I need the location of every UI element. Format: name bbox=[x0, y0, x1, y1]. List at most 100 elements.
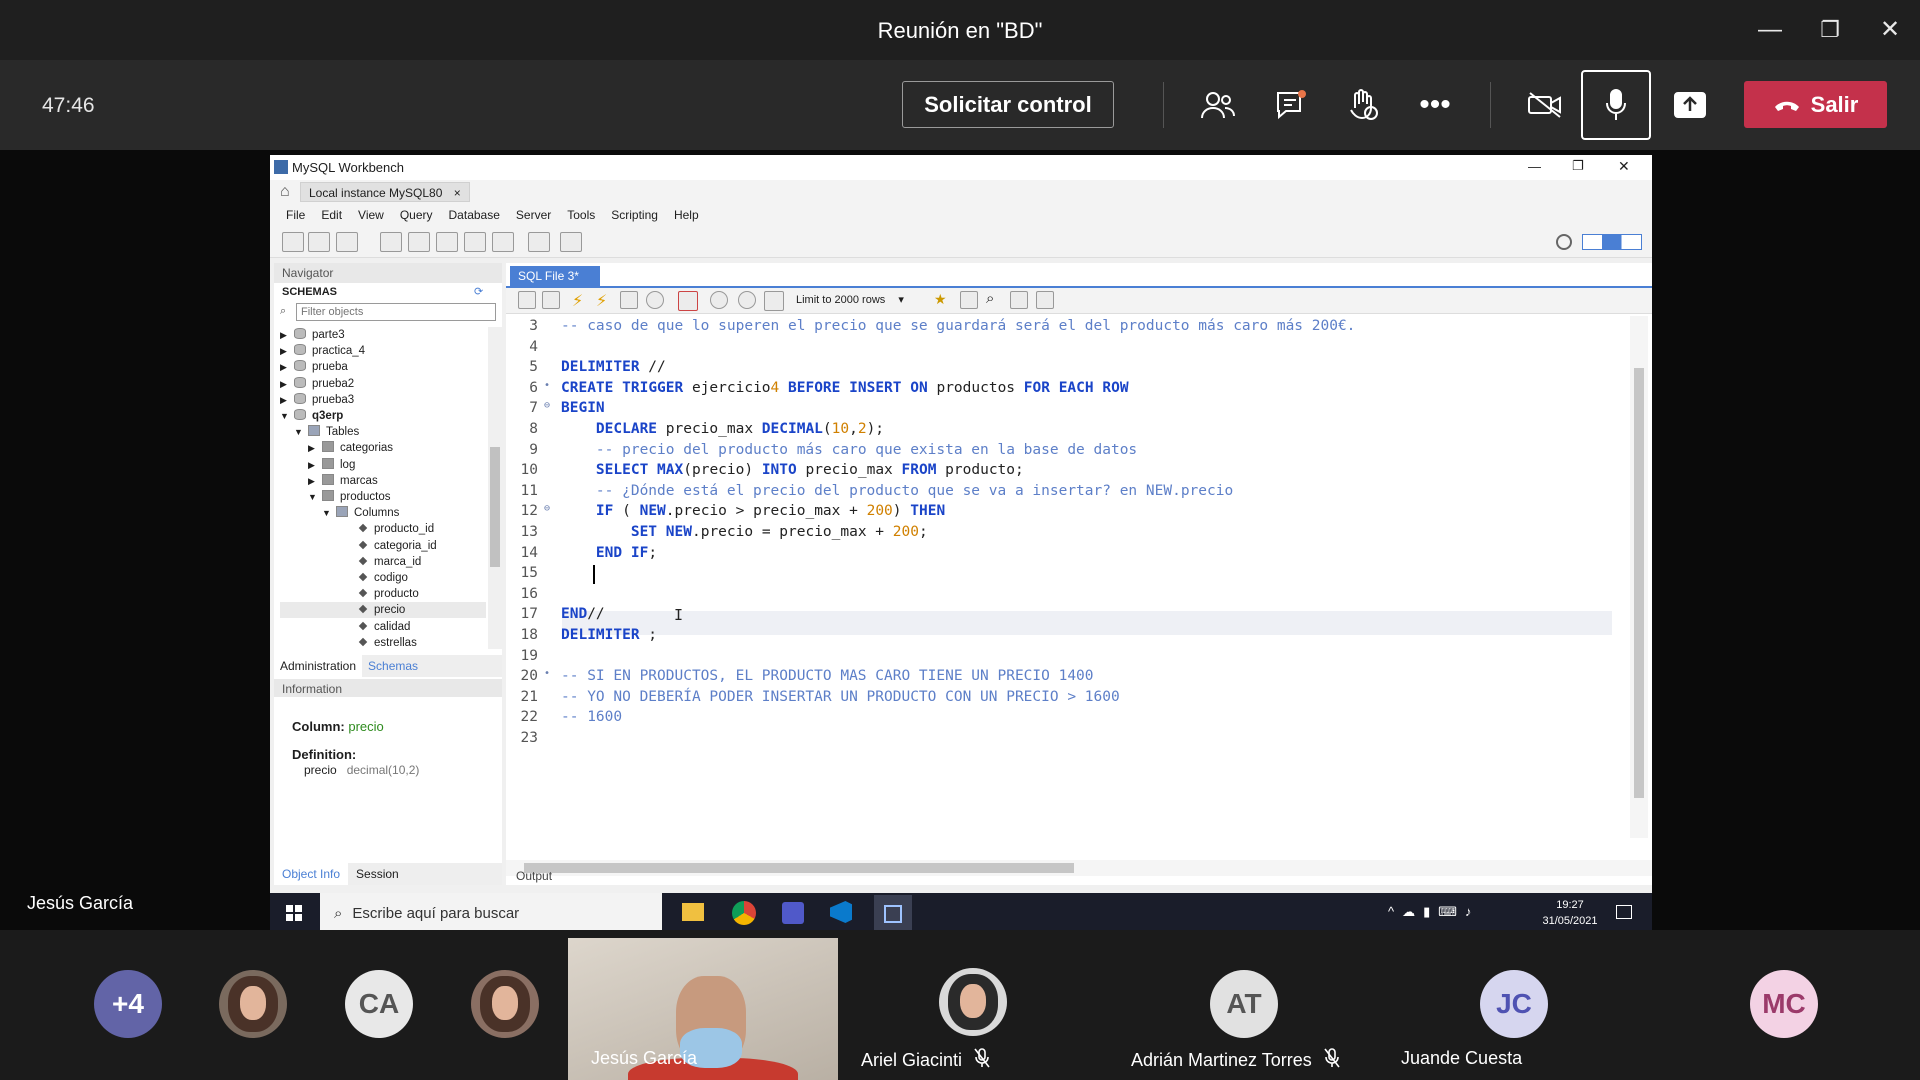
inspect-icon[interactable] bbox=[336, 232, 358, 252]
create-view-icon[interactable] bbox=[436, 232, 458, 252]
menu-query[interactable]: Query bbox=[392, 204, 441, 226]
code-editor[interactable]: 3 -- caso de que lo superen el precio que… bbox=[506, 316, 1626, 836]
restore-button[interactable]: ❐ bbox=[1800, 0, 1860, 60]
taskbar-clock[interactable]: 19:27 31/05/2021 bbox=[1530, 897, 1610, 929]
taskbar-search[interactable]: ⌕ Escribe aquí para buscar bbox=[320, 893, 662, 933]
create-schema-icon[interactable] bbox=[380, 232, 402, 252]
tab-schemas[interactable]: Schemas bbox=[362, 655, 424, 677]
code-line[interactable]: DELIMITER // bbox=[561, 359, 666, 375]
search-table-data-icon[interactable] bbox=[528, 232, 550, 252]
tree-item[interactable]: ▼ productos bbox=[280, 489, 486, 505]
windows-start-icon[interactable] bbox=[286, 905, 302, 921]
expanded-arrow-icon[interactable]: ▼ bbox=[308, 489, 320, 505]
code-line[interactable]: -- precio del producto más caro que exis… bbox=[561, 442, 1137, 458]
explain-icon[interactable] bbox=[620, 291, 638, 309]
code-line[interactable] bbox=[561, 565, 596, 581]
expanded-arrow-icon[interactable]: ▼ bbox=[294, 424, 306, 440]
tree-item[interactable]: ▼ q3erp bbox=[280, 408, 486, 424]
settings-icon[interactable] bbox=[1556, 234, 1572, 250]
tree-item[interactable]: ▼ Columns bbox=[280, 505, 486, 521]
code-line[interactable]: DECLARE precio_max DECIMAL(10,2); bbox=[561, 421, 884, 437]
system-tray-icons[interactable]: ^☁▮⌨♪ bbox=[1388, 904, 1480, 920]
participant-avatar[interactable]: CA bbox=[345, 970, 413, 1038]
participants-icon[interactable] bbox=[1191, 78, 1245, 132]
tree-item[interactable]: ▶ log bbox=[280, 457, 486, 473]
collapsed-arrow-icon[interactable]: ▶ bbox=[280, 392, 292, 408]
add-snippet-icon[interactable]: ★ bbox=[934, 291, 947, 308]
tree-item[interactable]: categoria_id bbox=[280, 538, 486, 554]
menu-scripting[interactable]: Scripting bbox=[603, 204, 666, 226]
navigator-scrollbar[interactable] bbox=[488, 327, 502, 649]
tree-item[interactable]: ▶ prueba bbox=[280, 359, 486, 375]
leave-button[interactable]: Salir bbox=[1744, 81, 1887, 128]
execute-icon[interactable]: ⚡ bbox=[572, 291, 583, 311]
participant-avatar[interactable]: MC bbox=[1750, 970, 1818, 1038]
execute-current-icon[interactable]: ⚡ bbox=[596, 291, 607, 311]
toggle-error-icon[interactable] bbox=[678, 291, 698, 311]
scrollbar-thumb[interactable] bbox=[1634, 368, 1644, 798]
panel-toggle-icon[interactable] bbox=[1582, 234, 1642, 250]
collapsed-arrow-icon[interactable]: ▶ bbox=[308, 457, 320, 473]
tree-item[interactable]: ▶ parte3 bbox=[280, 327, 486, 343]
more-options-icon[interactable]: ••• bbox=[1408, 78, 1462, 132]
tree-item[interactable]: ▶ prueba2 bbox=[280, 376, 486, 392]
open-file-icon[interactable] bbox=[518, 291, 536, 309]
rollback-icon[interactable] bbox=[738, 291, 756, 309]
tree-item[interactable]: ▶ practica_4 bbox=[280, 343, 486, 359]
tree-item[interactable]: ▶ prueba3 bbox=[280, 392, 486, 408]
expanded-arrow-icon[interactable]: ▼ bbox=[280, 408, 292, 424]
code-line[interactable]: END IF; bbox=[561, 545, 657, 561]
menu-edit[interactable]: Edit bbox=[313, 204, 350, 226]
participant-avatar[interactable]: AT bbox=[1210, 970, 1278, 1038]
menu-view[interactable]: View bbox=[350, 204, 392, 226]
create-procedure-icon[interactable] bbox=[464, 232, 486, 252]
participant-avatar[interactable] bbox=[939, 968, 1007, 1036]
tree-item[interactable]: ▼ Tables bbox=[280, 424, 486, 440]
file-explorer-icon[interactable] bbox=[682, 903, 704, 921]
reactions-icon[interactable] bbox=[1336, 78, 1390, 132]
limit-rows-select[interactable]: Limit to 2000 rows ▾ bbox=[796, 293, 921, 306]
request-control-button[interactable]: Solicitar control bbox=[902, 81, 1114, 128]
wrap-lines-icon[interactable] bbox=[1036, 291, 1054, 309]
menu-tools[interactable]: Tools bbox=[559, 204, 603, 226]
fold-toggle-icon[interactable]: ⊖ bbox=[544, 503, 550, 514]
expanded-arrow-icon[interactable]: ▼ bbox=[322, 505, 334, 521]
menu-server[interactable]: Server bbox=[508, 204, 559, 226]
teams-icon[interactable] bbox=[782, 902, 804, 924]
participant-avatar[interactable] bbox=[219, 970, 287, 1038]
collapsed-arrow-icon[interactable]: ▶ bbox=[280, 359, 292, 375]
commit-icon[interactable] bbox=[710, 291, 728, 309]
close-button[interactable]: ✕ bbox=[1860, 0, 1920, 60]
tree-item[interactable]: producto_id bbox=[280, 521, 486, 537]
reconnect-icon[interactable] bbox=[560, 232, 582, 252]
tree-item[interactable]: marca_id bbox=[280, 554, 486, 570]
tree-item[interactable]: estrellas bbox=[280, 635, 486, 651]
tab-administration[interactable]: Administration bbox=[274, 655, 363, 677]
collapsed-arrow-icon[interactable]: ▶ bbox=[308, 473, 320, 489]
refresh-icon[interactable]: ⟳ bbox=[474, 285, 483, 298]
menu-database[interactable]: Database bbox=[441, 204, 508, 226]
vscode-icon[interactable] bbox=[830, 901, 852, 923]
code-line[interactable]: SELECT MAX(precio) INTO precio_max FROM … bbox=[561, 462, 1024, 478]
code-line[interactable]: -- SI EN PRODUCTOS, EL PRODUCTO MAS CARO… bbox=[561, 668, 1094, 684]
menu-file[interactable]: File bbox=[278, 204, 313, 226]
minimize-button[interactable]: — bbox=[1740, 0, 1800, 60]
chat-icon[interactable] bbox=[1264, 78, 1318, 132]
code-line[interactable]: -- YO NO DEBERÍA PODER INSERTAR UN PRODU… bbox=[561, 689, 1120, 705]
autocommit-icon[interactable] bbox=[764, 291, 784, 311]
participant-avatar[interactable]: JC bbox=[1480, 970, 1548, 1038]
collapsed-arrow-icon[interactable]: ▶ bbox=[308, 440, 320, 456]
collapsed-arrow-icon[interactable]: ▶ bbox=[280, 327, 292, 343]
find-icon[interactable]: ⌕ bbox=[986, 290, 994, 307]
participant-avatar[interactable] bbox=[471, 970, 539, 1038]
code-line[interactable]: END// bbox=[561, 606, 605, 622]
save-icon[interactable] bbox=[542, 291, 560, 309]
tree-item[interactable]: producto bbox=[280, 586, 486, 602]
open-sql-script-icon[interactable] bbox=[308, 232, 330, 252]
stop-icon[interactable] bbox=[646, 291, 664, 309]
code-line[interactable]: -- 1600 bbox=[561, 709, 622, 725]
workbench-taskbar-icon[interactable] bbox=[874, 895, 912, 933]
workbench-minimize-button[interactable]: — bbox=[1528, 159, 1541, 174]
code-line[interactable]: SET NEW.precio = precio_max + 200; bbox=[561, 524, 928, 540]
create-table-icon[interactable] bbox=[408, 232, 430, 252]
